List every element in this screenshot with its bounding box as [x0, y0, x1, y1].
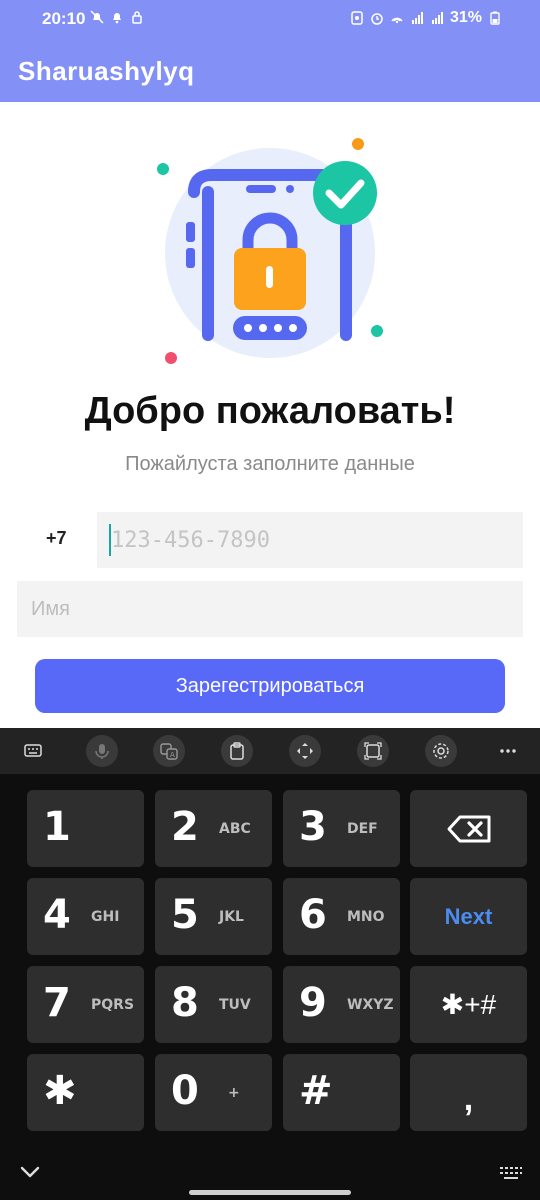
- decor-dot-teal-2: [371, 325, 383, 337]
- navigation-handle[interactable]: [189, 1190, 351, 1195]
- key-digit: 3: [299, 804, 327, 850]
- symbols-label: ✱+#: [440, 989, 497, 1020]
- resize-icon[interactable]: [357, 735, 389, 767]
- lock-icon: [132, 11, 142, 24]
- app-title: Sharuashylyq: [18, 56, 195, 86]
- key-letters: TUV: [219, 997, 251, 1013]
- key-0[interactable]: 0 +: [155, 1054, 272, 1131]
- key-hash[interactable]: #: [283, 1054, 400, 1131]
- comma-label: ,: [463, 1080, 474, 1118]
- key-digit: 5: [171, 892, 199, 938]
- key-asterisk[interactable]: ✱: [27, 1054, 144, 1131]
- symbols-key[interactable]: ✱+#: [410, 966, 527, 1043]
- bell-icon: [113, 13, 121, 24]
- key-4[interactable]: 4 GHI: [27, 878, 144, 955]
- more-icon[interactable]: [492, 735, 524, 767]
- country-code[interactable]: +7: [46, 528, 67, 549]
- key-letters: MNO: [347, 909, 385, 925]
- status-time: 20:10: [42, 9, 86, 28]
- decor-dot-teal: [157, 163, 169, 175]
- decor-dot-red: [165, 352, 177, 364]
- svg-text:A: A: [170, 751, 175, 759]
- key-2[interactable]: 2 ABC: [155, 790, 272, 867]
- backspace-icon: [447, 815, 490, 842]
- keyboard-toolbar: A: [0, 728, 540, 774]
- phone-lock-illustration: [157, 138, 383, 364]
- move-icon[interactable]: [289, 735, 321, 767]
- name-input[interactable]: [17, 581, 523, 637]
- hide-keyboard-icon[interactable]: [19, 1165, 41, 1179]
- text-cursor: [109, 524, 111, 556]
- key-digit: 1: [43, 804, 71, 850]
- 4g-signal-icon: [431, 12, 443, 24]
- key-letters: WXYZ: [347, 997, 394, 1013]
- key-digit: 0: [171, 1068, 199, 1114]
- settings-icon[interactable]: [425, 735, 457, 767]
- key-7[interactable]: 7 PQRS: [27, 966, 144, 1043]
- status-bar: 20:10 31%: [0, 0, 540, 40]
- translate-icon[interactable]: A: [153, 735, 185, 767]
- battery-percent: 31%: [449, 9, 482, 26]
- key-9[interactable]: 9 WXYZ: [283, 966, 400, 1043]
- mic-icon[interactable]: [86, 735, 118, 767]
- next-label: Next: [444, 903, 493, 929]
- key-letters: DEF: [347, 821, 378, 837]
- app-bar: Sharuashylyq: [0, 40, 540, 102]
- key-comma[interactable]: ,: [410, 1054, 527, 1131]
- bell-off-icon: [90, 10, 104, 24]
- key-5[interactable]: 5 JKL: [155, 878, 272, 955]
- register-button[interactable]: Зарегестрироваться: [35, 659, 505, 713]
- battery-icon: [490, 11, 500, 25]
- next-key[interactable]: Next: [410, 878, 527, 955]
- phone-input[interactable]: [97, 512, 523, 568]
- key-letters: GHI: [91, 909, 120, 925]
- key-6[interactable]: 6 MNO: [283, 878, 400, 955]
- key-letters: PQRS: [91, 997, 135, 1013]
- key-digit: ✱: [43, 1068, 77, 1114]
- subtitle: Пожайлуста заполните данные: [125, 453, 415, 475]
- key-digit: 6: [299, 892, 327, 938]
- alarm-icon: [371, 13, 383, 25]
- key-8[interactable]: 8 TUV: [155, 966, 272, 1043]
- nfc-icon: [351, 11, 363, 25]
- key-letters: JKL: [219, 909, 244, 925]
- key-digit: 2: [171, 804, 199, 850]
- key-digit: 4: [43, 892, 71, 938]
- key-digit: 9: [299, 980, 327, 1026]
- backspace-key[interactable]: [410, 790, 527, 867]
- decor-dot-orange: [352, 138, 364, 150]
- clipboard-icon[interactable]: [221, 735, 253, 767]
- key-digit: 8: [171, 980, 199, 1026]
- key-digit: 7: [43, 980, 71, 1026]
- numeric-keyboard: A 1 2 ABC 3 DEF 4 GHI 5 JKL 6 MNO Next 7…: [0, 728, 540, 1200]
- key-letters: ABC: [219, 821, 251, 837]
- key-letters: +: [228, 1085, 240, 1101]
- keyboard-icon[interactable]: [17, 735, 49, 767]
- key-1[interactable]: 1: [27, 790, 144, 867]
- signal-icon: [411, 12, 423, 24]
- key-digit: #: [299, 1068, 333, 1114]
- hotspot-icon: [391, 17, 403, 24]
- keyboard-switch-icon[interactable]: [499, 1166, 523, 1182]
- welcome-title: Добро пожаловать!: [84, 390, 456, 432]
- key-3[interactable]: 3 DEF: [283, 790, 400, 867]
- checkmark-icon: [313, 161, 377, 225]
